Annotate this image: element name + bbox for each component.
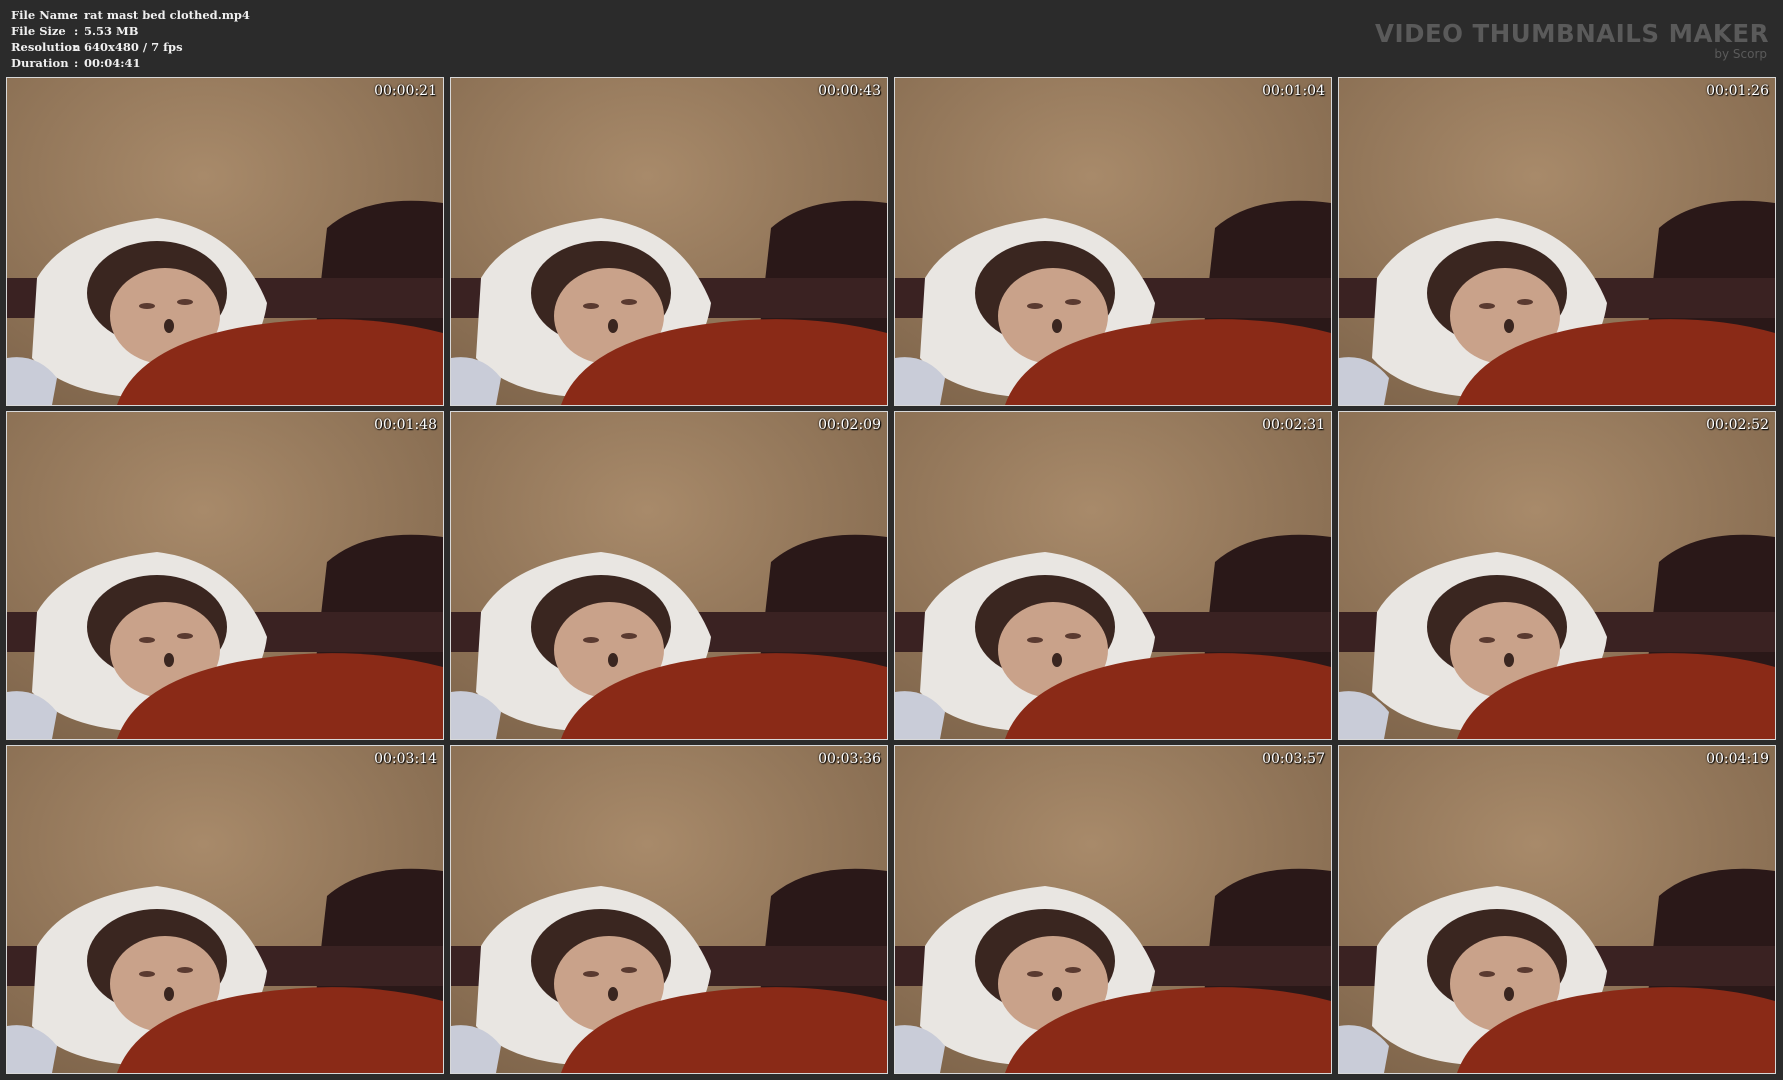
file-name-value: rat mast bed clothed.mp4: [84, 8, 250, 22]
eye: [177, 299, 193, 305]
nose: [608, 653, 618, 667]
timestamp: 00:01:48: [374, 417, 437, 433]
eye: [1027, 637, 1043, 643]
thumbnail[interactable]: 00:03:36: [450, 745, 888, 1074]
timestamp: 00:00:43: [818, 83, 881, 99]
separator: :: [74, 24, 79, 38]
thumbnail-grid: 00:00:21 00:00:43 00:01:04 00:01:26 00:0…: [6, 77, 1778, 1074]
file-name-row: File Name : rat mast bed clothed.mp4: [11, 7, 250, 23]
eye: [1479, 637, 1495, 643]
nose: [608, 987, 618, 1001]
thumbnail[interactable]: 00:03:57: [894, 745, 1332, 1074]
eye: [1517, 299, 1533, 305]
resolution-row: Resolution : 640x480 / 7 fps: [11, 39, 250, 55]
video-frame: [1339, 746, 1775, 1073]
duration-value: 00:04:41: [84, 56, 141, 70]
timestamp: 00:02:31: [1262, 417, 1325, 433]
video-frame: [895, 412, 1331, 739]
eye: [1479, 303, 1495, 309]
video-frame: [895, 78, 1331, 405]
eye: [1027, 303, 1043, 309]
eye: [1065, 967, 1081, 973]
nose: [164, 987, 174, 1001]
eye: [1479, 971, 1495, 977]
separator: :: [74, 56, 79, 70]
separator: :: [74, 8, 79, 22]
video-frame: [1339, 78, 1775, 405]
brand-subtitle: by Scorp: [1714, 47, 1767, 61]
separator: :: [74, 40, 79, 54]
contact-sheet: File Name : rat mast bed clothed.mp4 Fil…: [0, 0, 1783, 1080]
thumbnail[interactable]: 00:02:09: [450, 411, 888, 740]
eye: [583, 303, 599, 309]
thumbnail[interactable]: 00:00:21: [6, 77, 444, 406]
nose: [1052, 319, 1062, 333]
eye: [583, 637, 599, 643]
thumbnail[interactable]: 00:01:04: [894, 77, 1332, 406]
timestamp: 00:03:57: [1262, 751, 1325, 767]
video-frame: [7, 78, 443, 405]
timestamp: 00:01:04: [1262, 83, 1325, 99]
eye: [1065, 633, 1081, 639]
brand-title: VIDEO THUMBNAILS MAKER: [1375, 19, 1769, 48]
eye: [621, 633, 637, 639]
thumbnail[interactable]: 00:02:52: [1338, 411, 1776, 740]
video-frame: [451, 412, 887, 739]
thumbnail[interactable]: 00:03:14: [6, 745, 444, 1074]
nose: [1504, 653, 1514, 667]
nose: [1052, 653, 1062, 667]
eye: [139, 303, 155, 309]
thumbnail[interactable]: 00:04:19: [1338, 745, 1776, 1074]
nose: [1052, 987, 1062, 1001]
thumbnail[interactable]: 00:02:31: [894, 411, 1332, 740]
thumbnail[interactable]: 00:01:48: [6, 411, 444, 740]
eye: [1517, 633, 1533, 639]
video-frame: [7, 412, 443, 739]
eye: [1027, 971, 1043, 977]
eye: [177, 633, 193, 639]
video-frame: [895, 746, 1331, 1073]
timestamp: 00:02:52: [1706, 417, 1769, 433]
file-name-label: File Name: [11, 8, 77, 22]
timestamp: 00:03:36: [818, 751, 881, 767]
eye: [1065, 299, 1081, 305]
nose: [164, 319, 174, 333]
eye: [177, 967, 193, 973]
resolution-value: 640x480 / 7 fps: [84, 40, 183, 54]
nose: [1504, 987, 1514, 1001]
timestamp: 00:03:14: [374, 751, 437, 767]
eye: [139, 637, 155, 643]
thumbnail[interactable]: 00:01:26: [1338, 77, 1776, 406]
video-frame: [451, 746, 887, 1073]
file-size-row: File Size : 5.53 MB: [11, 23, 250, 39]
nose: [1504, 319, 1514, 333]
file-info: File Name : rat mast bed clothed.mp4 Fil…: [11, 7, 250, 71]
eye: [621, 299, 637, 305]
timestamp: 00:02:09: [818, 417, 881, 433]
duration-row: Duration : 00:04:41: [11, 55, 250, 71]
file-size-label: File Size: [11, 24, 66, 38]
file-size-value: 5.53 MB: [84, 24, 139, 38]
timestamp: 00:01:26: [1706, 83, 1769, 99]
eye: [621, 967, 637, 973]
eye: [1517, 967, 1533, 973]
brand-watermark: VIDEO THUMBNAILS MAKER by Scorp: [1375, 19, 1769, 61]
eye: [583, 971, 599, 977]
video-frame: [451, 78, 887, 405]
nose: [608, 319, 618, 333]
video-frame: [1339, 412, 1775, 739]
eye: [139, 971, 155, 977]
nose: [164, 653, 174, 667]
video-frame: [7, 746, 443, 1073]
timestamp: 00:00:21: [374, 83, 437, 99]
timestamp: 00:04:19: [1706, 751, 1769, 767]
thumbnail[interactable]: 00:00:43: [450, 77, 888, 406]
resolution-label: Resolution: [11, 40, 81, 54]
duration-label: Duration: [11, 56, 69, 70]
